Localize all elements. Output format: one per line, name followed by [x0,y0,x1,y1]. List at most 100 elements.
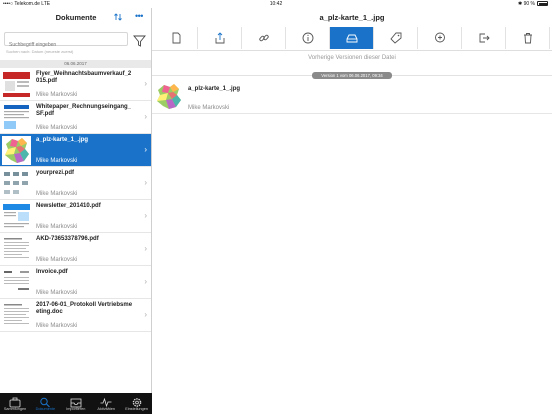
document-detail: a_plz-karte_1_.jpg Vorherige Versionen d… [152,8,552,414]
document-author: Mike Markovski [36,224,78,230]
share-button[interactable] [198,27,242,49]
document-thumbnail [2,235,31,264]
document-list-item[interactable]: Whitepaper_Rechnungseingang_SF.pdf Mike M… [0,101,151,134]
document-thumbnail [2,202,31,231]
document-name: yourprezi.pdf [36,170,75,176]
document-name: Newsletter_201410.pdf [36,203,101,209]
chevron-right-icon: › [144,211,147,220]
date-section-header: 06.06.2017 [0,60,151,68]
chevron-right-icon: › [144,79,147,88]
activity-icon [100,395,112,408]
tab-label: Importieren [66,407,86,411]
document-thumbnail [2,103,31,132]
document-author: Mike Markovski [36,158,78,164]
version-name: a_plz-karte_1_.jpg [188,86,241,92]
sidebar-title: Dokumente [55,13,97,22]
document-list-item[interactable]: Invoice.pdf Mike Markovski › [0,266,151,299]
tab-label: Sammlungen [3,407,27,411]
version-thumbnail [154,82,183,111]
document-list-item[interactable]: AKD-73653378796.pdf Mike Markovski › [0,233,151,266]
more-icon[interactable]: ••• [135,11,143,21]
document-list-item[interactable]: a_plz-karte_1_.jpg Mike Markovski › [0,134,151,167]
status-bar: ••••○ Telekom.de LTE 10:42 ✱ 90 % [0,0,552,8]
comment-icon [434,32,446,44]
document-thumbnail [2,268,31,297]
document-author: Mike Markovski [36,323,78,329]
date-section-label: 06.06.2017 [64,61,87,66]
tab-aktivitäten[interactable]: Aktivitäten [91,393,121,414]
tag-icon [389,32,402,44]
chevron-right-icon: › [144,178,147,187]
tab-label: Aktivitäten [97,407,115,411]
search-icon [39,395,51,408]
document-author: Mike Markovski [36,92,78,98]
link-icon [258,32,270,44]
document-icon [170,32,182,44]
document-list: Flyer_Weihnachtsbaumverkauf_2015.pdf Mike… [0,68,151,332]
detail-title: a_plz-karte_1_.jpg [319,13,385,22]
document-thumbnail [2,301,31,330]
search-hint: Suchen nach: Datum (neueste zuerst) [6,49,74,54]
link-button[interactable] [242,27,286,49]
document-name: Whitepaper_Rechnungseingang_SF.pdf [36,104,132,117]
document-author: Mike Markovski [36,191,78,197]
share-icon [214,32,226,44]
chevron-right-icon: › [144,112,147,121]
document-list-item[interactable]: Newsletter_201410.pdf Mike Markovski › [0,200,151,233]
tab-dokumente[interactable]: Dokumente [30,393,60,414]
divider [152,50,552,51]
chevron-right-icon: › [144,310,147,319]
document-thumbnail [2,70,31,99]
trash-button[interactable] [506,27,550,49]
tag-button[interactable] [374,27,418,49]
info-icon [302,32,314,44]
tab-sammlungen[interactable]: Sammlungen [0,393,30,414]
battery-status: ✱ 90 % [518,0,548,8]
document-name: 2017-06-01_Protokoll Vertriebsmeeting.do… [36,302,133,315]
document-list-item[interactable]: 2017-06-01_Protokoll Vertriebsmeeting.do… [0,299,151,332]
gear-icon [131,395,143,407]
previous-versions-label: Vorherige Versionen dieser Datei [308,55,396,61]
chevron-right-icon: › [144,145,147,154]
clock: 10:42 [269,1,283,7]
document-author: Mike Markovski [36,125,78,131]
document-author: Mike Markovski [36,290,78,296]
chevron-right-icon: › [144,244,147,253]
battery-label: ✱ 90 % [518,1,535,7]
battery-icon [537,1,548,7]
tab-bar: Sammlungen Dokumente Importieren Aktivitäte… [0,393,152,414]
inbox-icon [70,395,82,408]
sidebar-header: Dokumente ••• [0,8,151,28]
document-name: Flyer_Weihnachtsbaumverkauf_2015.pdf [36,71,132,84]
document-name: AKD-73653378796.pdf [36,236,99,242]
document-list-item[interactable]: Flyer_Weihnachtsbaumverkauf_2015.pdf Mike… [0,68,151,101]
versions-icon [346,32,358,44]
document-list-item[interactable]: yourprezi.pdf Mike Markovski › [0,167,151,200]
chevron-right-icon: › [144,277,147,286]
version-badge: Version 1 vom 06.06.2017, 09:34 [312,72,392,79]
document-name: a_plz-karte_1_.jpg [36,137,89,143]
briefcase-icon [9,395,21,408]
version-author: Mike Markovski [188,105,230,111]
info-button[interactable] [286,27,330,49]
tab-einstellungen[interactable]: Einstellungen [122,393,152,414]
document-thumbnail [2,169,31,198]
move-button[interactable] [462,27,506,49]
document-button[interactable] [154,27,198,49]
tab-label: Dokumente [35,407,56,411]
move-icon [478,32,490,44]
sort-icon[interactable] [114,12,124,22]
search-field[interactable] [4,32,128,51]
versions-button[interactable] [330,27,374,49]
tab-label: Einstellungen [125,407,148,411]
detail-toolbar [154,27,550,49]
document-thumbnail [2,136,31,165]
trash-icon [522,32,534,44]
filter-icon[interactable] [133,34,146,47]
document-sidebar: Dokumente ••• Suchen nach: Datum (neuest… [0,8,152,414]
comment-button[interactable] [418,27,462,49]
version-item[interactable]: a_plz-karte_1_.jpg Mike Markovski [152,80,552,114]
document-name: Invoice.pdf [36,269,68,275]
tab-importieren[interactable]: Importieren [61,393,91,414]
document-author: Mike Markovski [36,257,78,263]
